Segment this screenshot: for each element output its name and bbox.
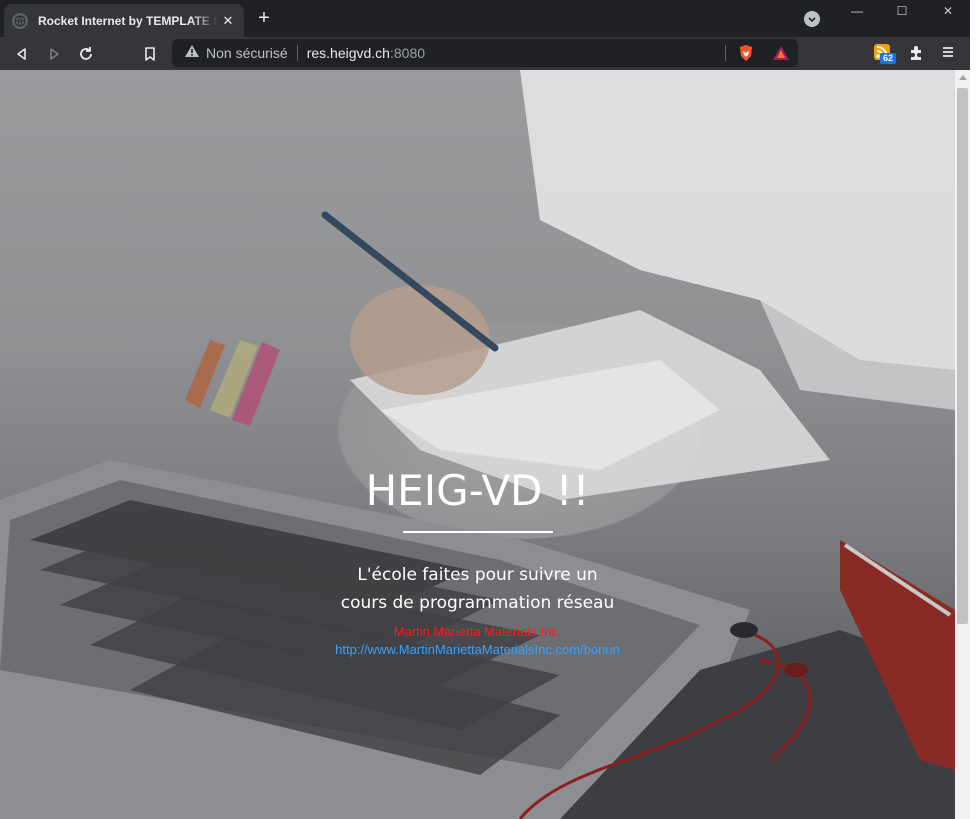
url-divider-right <box>725 45 726 61</box>
tab-search-button[interactable] <box>804 11 820 27</box>
forward-arrow-icon <box>50 48 59 60</box>
hero-background-image <box>0 70 955 819</box>
brave-rewards-icon[interactable] <box>772 45 790 66</box>
chevron-down-icon <box>808 17 816 23</box>
browser-tab[interactable]: Rocket Internet by TEMPLATE STOCK ✕ <box>4 4 244 37</box>
bookmark-button[interactable] <box>138 42 162 66</box>
maximize-button[interactable]: ☐ <box>884 2 920 22</box>
company-name: Martin Marietta Materials Inc. <box>393 624 562 639</box>
url-host: res.heigvd.ch <box>306 45 390 61</box>
window-close-button[interactable]: ✕ <box>930 2 966 22</box>
back-arrow-icon <box>17 48 26 60</box>
hero-subtitle: L'école faites pour suivre un cours de p… <box>0 561 955 617</box>
tab-strip: Rocket Internet by TEMPLATE STOCK ✕ + — … <box>0 0 970 37</box>
company-link[interactable]: http://www.MartinMariettaMaterialsInc.co… <box>0 641 955 659</box>
rss-count-badge: 62 <box>880 53 897 64</box>
scroll-thumb[interactable] <box>957 88 968 624</box>
subtitle-line-2: cours de programmation réseau <box>340 593 615 613</box>
scroll-up-arrow-icon[interactable] <box>959 75 967 80</box>
tab-close-button[interactable]: ✕ <box>220 13 236 29</box>
title-divider <box>402 531 553 533</box>
globe-icon <box>12 12 28 29</box>
page-title: HEIG-VD !! <box>365 466 590 515</box>
security-label[interactable]: Non sécurisé <box>206 45 288 61</box>
browser-toolbar: Non sécurisé res.heigvd.ch:8080 62 <box>0 37 970 70</box>
forward-button[interactable] <box>42 42 66 66</box>
back-button[interactable] <box>10 42 34 66</box>
new-tab-button[interactable]: + <box>254 8 274 28</box>
page-viewport: HEIG-VD !! L'école faites pour suivre un… <box>0 70 955 819</box>
background-window-edge <box>970 0 977 819</box>
extensions-puzzle-icon[interactable] <box>908 45 924 66</box>
hamburger-menu-icon[interactable] <box>941 45 955 64</box>
bookmark-icon <box>145 46 155 61</box>
vertical-scrollbar[interactable] <box>955 70 970 819</box>
url-divider <box>296 45 298 61</box>
hero-section: HEIG-VD !! L'école faites pour suivre un… <box>0 465 955 659</box>
address-bar[interactable]: Non sécurisé res.heigvd.ch:8080 <box>172 39 798 67</box>
subtitle-line-1: L'école faites pour suivre un <box>357 565 598 585</box>
warning-icon[interactable] <box>184 44 200 63</box>
reload-button[interactable] <box>74 42 98 66</box>
brave-shields-icon[interactable] <box>738 44 754 67</box>
minimize-button[interactable]: — <box>839 2 875 22</box>
reload-icon <box>80 47 92 60</box>
url-port: :8080 <box>389 45 426 61</box>
tab-title: Rocket Internet by TEMPLATE STOCK <box>38 13 218 28</box>
